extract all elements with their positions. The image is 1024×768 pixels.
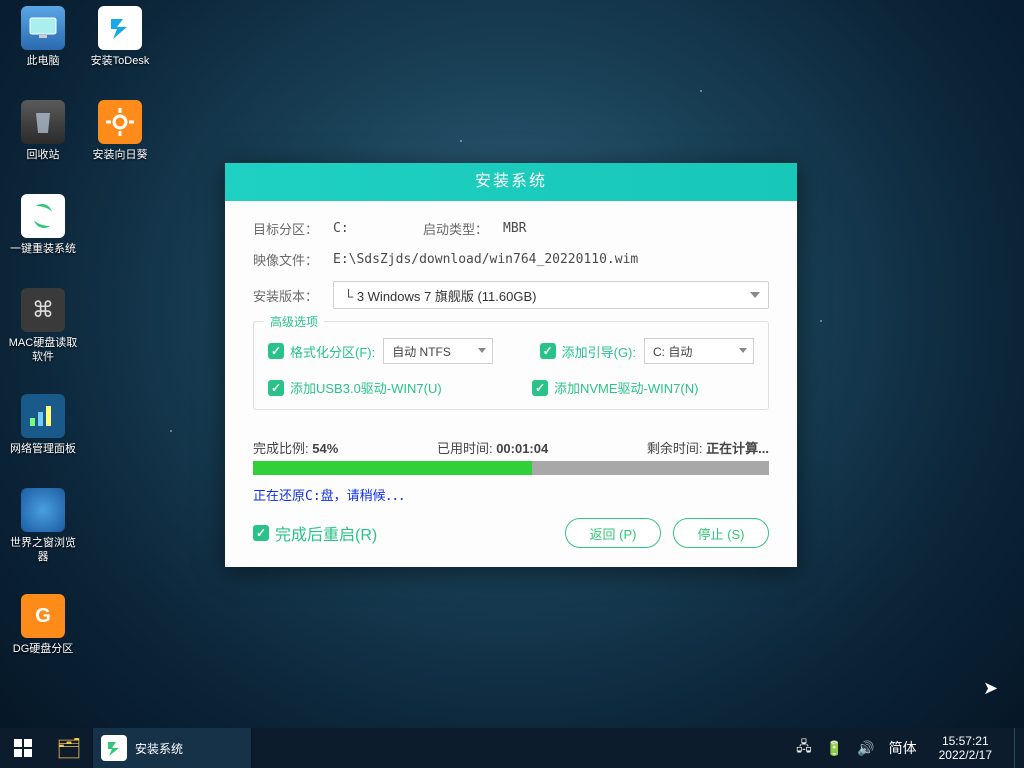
monitor-icon (21, 6, 65, 50)
window-title: 安装系统 (225, 163, 797, 201)
desktop-icon-label: MAC硬盘读取软件 (8, 336, 78, 364)
addboot-value: C: 自动 (653, 343, 692, 360)
progress-bar (253, 461, 769, 475)
checkbox-nvme[interactable] (532, 380, 548, 396)
advanced-options-group: 高级选项 格式化分区(F): 自动 NTFS 添加引导(G): C: 自动 添加… (253, 321, 769, 410)
checkbox-addboot[interactable] (540, 343, 556, 359)
target-partition-value: C: (333, 221, 423, 236)
app-icon (101, 735, 127, 761)
percent-block: 完成比例: 54% (253, 438, 338, 457)
chevron-down-icon (478, 348, 486, 353)
checkbox-usb3[interactable] (268, 380, 284, 396)
volume-icon[interactable]: 🔊 (857, 740, 874, 757)
taskbar: 🗂 安装系统 🖧 🔋 🔊 简体 15:57:21 2022/2/17 (0, 728, 1024, 768)
desktop-icon-sunlogin[interactable]: 安装向日葵 (85, 100, 155, 162)
desktop-icon-label: 世界之窗浏览器 (8, 536, 78, 564)
desktop-icon-label: 安装ToDesk (85, 54, 155, 68)
sunflower-icon (98, 100, 142, 144)
todesk-icon (98, 6, 142, 50)
desktop-icon-this-pc[interactable]: 此电脑 (8, 6, 78, 68)
taskbar-app-title: 安装系统 (135, 740, 183, 757)
installer-window: 安装系统 目标分区： C: 启动类型： MBR 映像文件： E:\SdsZjds… (225, 163, 797, 567)
desktop-icon-label: 一键重装系统 (8, 242, 78, 256)
start-button[interactable] (0, 728, 46, 768)
trash-icon (21, 100, 65, 144)
desktop-icon-label: 网络管理面板 (8, 442, 78, 456)
chevron-down-icon (750, 292, 760, 298)
desktop-icon-reinstall[interactable]: 一键重装系统 (8, 194, 78, 256)
restart-label: 完成后重启(R) (275, 521, 377, 545)
desktop-icon-recycle-bin[interactable]: 回收站 (8, 100, 78, 162)
usb3-label: 添加USB3.0驱动-WIN7(U) (290, 378, 442, 397)
bars-icon (21, 394, 65, 438)
globe-icon (21, 488, 65, 532)
install-version-label: 安装版本： (253, 286, 333, 305)
folder-icon: 🗂 (56, 736, 81, 761)
chevron-down-icon (739, 348, 747, 353)
desktop-icon-dg[interactable]: G DG硬盘分区 (8, 594, 78, 656)
addboot-label: 添加引导(G): (562, 342, 636, 361)
desktop-icon-label: 安装向日葵 (85, 148, 155, 162)
desktop-icon-browser[interactable]: 世界之窗浏览器 (8, 488, 78, 564)
desktop-icon-todesk[interactable]: 安装ToDesk (85, 6, 155, 68)
show-desktop-button[interactable] (1014, 728, 1020, 768)
back-button[interactable]: 返回 (P) (565, 518, 661, 548)
checkbox-format[interactable] (268, 343, 284, 359)
ime-indicator[interactable]: 简体 (889, 738, 917, 758)
window-body: 目标分区： C: 启动类型： MBR 映像文件： E:\SdsZjds/down… (225, 201, 797, 420)
install-version-select[interactable]: └ 3 Windows 7 旗舰版 (11.60GB) (333, 281, 769, 309)
target-partition-label: 目标分区： (253, 219, 333, 238)
addboot-select[interactable]: C: 自动 (644, 338, 754, 364)
install-version-value: └ 3 Windows 7 旗舰版 (11.60GB) (344, 286, 536, 305)
network-icon[interactable]: 🖧 (796, 736, 812, 760)
status-line: 正在还原C:盘，请稍候．．． (253, 485, 769, 504)
partition-icon: G (21, 594, 65, 638)
format-select[interactable]: 自动 NTFS (383, 338, 493, 364)
battery-icon[interactable]: 🔋 (826, 740, 843, 757)
advanced-legend: 高级选项 (264, 313, 324, 330)
checkbox-restart[interactable] (253, 525, 269, 541)
file-explorer-button[interactable]: 🗂 (46, 728, 92, 768)
taskbar-app-installer[interactable]: 安装系统 (92, 728, 252, 768)
clock[interactable]: 15:57:21 2022/2/17 (931, 730, 1000, 766)
system-tray: 🖧 🔋 🔊 简体 15:57:21 2022/2/17 (796, 728, 1024, 768)
image-file-value: E:\SdsZjds/download/win764_20220110.wim (333, 252, 638, 267)
format-value: 自动 NTFS (392, 343, 451, 360)
disk-icon: ⌘ (21, 288, 65, 332)
stop-button[interactable]: 停止 (S) (673, 518, 769, 548)
desktop-icon-label: 回收站 (8, 148, 78, 162)
progress-fill (253, 461, 532, 475)
desktop-icon-label: 此电脑 (8, 54, 78, 68)
remaining-block: 剩余时间: 正在计算... (647, 438, 769, 457)
elapsed-block: 已用时间: 00:01:04 (437, 438, 548, 457)
nvme-label: 添加NVME驱动-WIN7(N) (554, 378, 754, 397)
desktop-icon-netpanel[interactable]: 网络管理面板 (8, 394, 78, 456)
desktop-icon-mac-disk[interactable]: ⌘ MAC硬盘读取软件 (8, 288, 78, 364)
clock-date: 2022/2/17 (939, 748, 992, 762)
clock-time: 15:57:21 (939, 734, 992, 748)
windows-icon (14, 739, 32, 757)
boot-type-label: 启动类型： (423, 219, 503, 238)
desktop-icon-label: DG硬盘分区 (8, 642, 78, 656)
reinstall-icon (21, 194, 65, 238)
image-file-label: 映像文件： (253, 250, 333, 269)
format-label: 格式化分区(F): (290, 342, 375, 361)
boot-type-value: MBR (503, 221, 526, 236)
progress-section: 完成比例: 54% 已用时间: 00:01:04 剩余时间: 正在计算... (253, 438, 769, 475)
